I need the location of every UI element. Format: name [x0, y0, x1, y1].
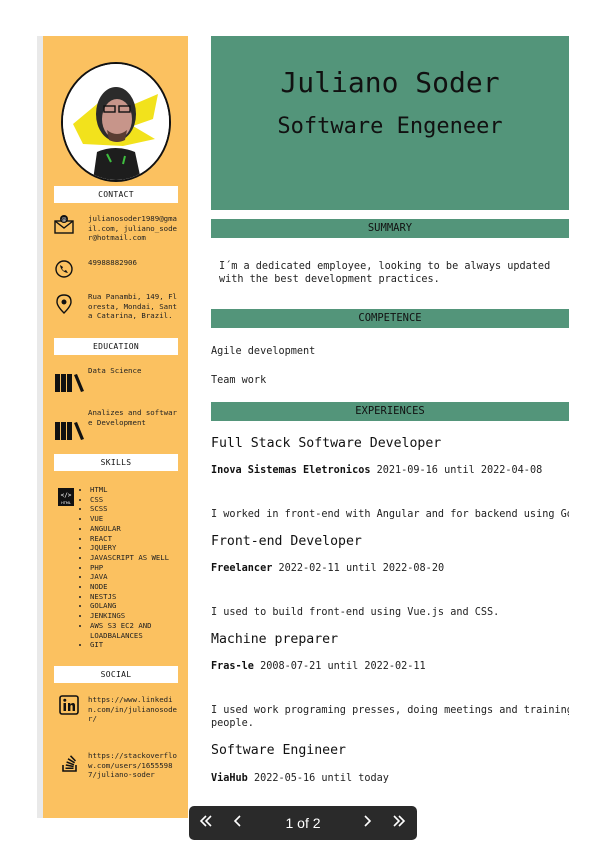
skill-item: JAVA — [90, 572, 180, 582]
resume-header: Juliano Soder Software Engeneer — [211, 36, 569, 210]
competence-item: Team work — [211, 375, 267, 386]
phone-text: 49988882906 — [88, 258, 137, 267]
education-text: Data Science — [88, 366, 142, 375]
summary-line: with the best development practices. — [219, 274, 440, 285]
job-title: Software Engineer — [211, 743, 346, 758]
summary-heading: SUMMARY — [211, 219, 569, 238]
education-item: Data Science — [53, 366, 183, 396]
phone-icon — [53, 258, 75, 280]
education-text: Analizes and software Development — [88, 408, 177, 427]
next-page-button[interactable] — [352, 806, 382, 840]
page-navigator: 1 of 2 — [189, 806, 417, 840]
email-row: @ julianosoder1989@gmail.com, juliano_so… — [53, 214, 183, 246]
skill-item: SCSS — [90, 504, 180, 514]
job-meta: Freelancer 2022-02-11 until 2022-08-20 — [211, 563, 444, 574]
skill-item: PHP — [90, 563, 180, 573]
skills-heading: SKILLS — [54, 454, 178, 471]
location-icon — [53, 292, 75, 314]
summary-line: I´m a dedicated employee, looking to be … — [219, 261, 551, 272]
competence-heading: COMPETENCE — [211, 309, 569, 328]
skill-item: JENKINGS — [90, 611, 180, 621]
experiences-heading: EXPERIENCES — [211, 402, 569, 421]
skill-item: REACT — [90, 534, 180, 544]
job-description: I worked in front-end with Angular and f… — [211, 509, 569, 520]
code-file-icon: </> HTML — [57, 487, 75, 507]
stackoverflow-row[interactable]: https://stackoverflow.com/users/16555987… — [53, 751, 183, 783]
skill-item: CSS — [90, 495, 180, 505]
job-title: Full Stack Software Developer — [211, 436, 442, 451]
books-icon — [53, 420, 85, 442]
skill-item: GIT — [90, 640, 180, 650]
person-name: Juliano Soder — [280, 66, 500, 99]
email-text: julianosoder1989@gmail.com, juliano_sode… — [88, 214, 177, 243]
first-page-button[interactable] — [191, 806, 221, 840]
address-text: Rua Panambi, 149, Floresta, Mondai, Sant… — [88, 292, 177, 321]
skill-item: JQUERY — [90, 543, 180, 553]
mail-icon: @ — [53, 214, 75, 236]
job-company: ViaHub — [211, 773, 248, 784]
job-meta: ViaHub 2022-05-16 until today — [211, 773, 389, 784]
phone-row: 49988882906 — [53, 258, 183, 280]
job-description: I used to build front-end using Vue.js a… — [211, 607, 500, 618]
skill-item: HTML — [90, 485, 180, 495]
last-page-button[interactable] — [384, 806, 414, 840]
job-title: Front-end Developer — [211, 534, 362, 549]
job-description: I used work programing presses, doing me… — [211, 705, 569, 716]
previous-page-button[interactable] — [223, 806, 253, 840]
page-indicator: 1 of 2 — [285, 815, 321, 831]
double-chevron-right-icon — [392, 814, 406, 833]
svg-text:HTML: HTML — [61, 501, 71, 505]
chevron-right-icon — [360, 814, 374, 833]
contact-heading: CONTACT — [54, 186, 178, 203]
stackoverflow-icon — [61, 753, 79, 773]
job-title: Machine preparer — [211, 632, 339, 647]
job-meta: Fras-le 2008-07-21 until 2022-02-11 — [211, 661, 426, 672]
skill-item: NODE — [90, 582, 180, 592]
education-heading: EDUCATION — [54, 338, 178, 355]
job-meta: Inova Sistemas Eletronicos 2021-09-16 un… — [211, 465, 542, 476]
skills-list: HTML CSS SCSS VUE ANGULAR REACT JQUERY J… — [81, 485, 180, 650]
job-dates: 2008-07-21 until 2022-02-11 — [260, 661, 426, 672]
skill-item: VUE — [90, 514, 180, 524]
job-description-cont: people. — [211, 718, 254, 729]
linkedin-row[interactable]: https://www.linkedin.com/in/julianosoder… — [53, 695, 183, 727]
skill-item: JAVASCRIPT AS WELL — [90, 553, 180, 563]
svg-text:@: @ — [62, 217, 67, 223]
competence-item: Agile development — [211, 346, 316, 357]
job-dates: 2021-09-16 until 2022-04-08 — [376, 465, 543, 476]
social-heading: SOCIAL — [54, 666, 178, 683]
skill-item: ANGULAR — [90, 524, 180, 534]
education-item: Analizes and software Development — [53, 408, 183, 442]
linkedin-link[interactable]: https://www.linkedin.com/in/julianosoder… — [88, 695, 180, 724]
resume-sidebar: CONTACT @ julianosoder1989@gmail.com, ju… — [43, 36, 188, 818]
books-icon — [53, 372, 85, 394]
avatar — [61, 62, 171, 182]
skill-item: NESTJS — [90, 592, 180, 602]
chevron-left-icon — [231, 814, 245, 833]
linkedin-icon — [59, 695, 79, 715]
job-dates: 2022-05-16 until today — [253, 773, 389, 784]
stackoverflow-link[interactable]: https://stackoverflow.com/users/16555987… — [88, 751, 180, 780]
job-company: Inova Sistemas Eletronicos — [211, 465, 371, 476]
skill-item: GOLANG — [90, 601, 180, 611]
job-company: Fras-le — [211, 661, 254, 672]
skill-item: AWS S3 EC2 AND LOADBALANCES — [90, 621, 180, 640]
address-row: Rua Panambi, 149, Floresta, Mondai, Sant… — [53, 292, 183, 326]
double-chevron-left-icon — [199, 814, 213, 833]
person-role: Software Engeneer — [277, 114, 503, 139]
svg-text:</>: </> — [61, 492, 72, 499]
job-company: Freelancer — [211, 563, 273, 574]
job-dates: 2022-02-11 until 2022-08-20 — [278, 563, 445, 574]
